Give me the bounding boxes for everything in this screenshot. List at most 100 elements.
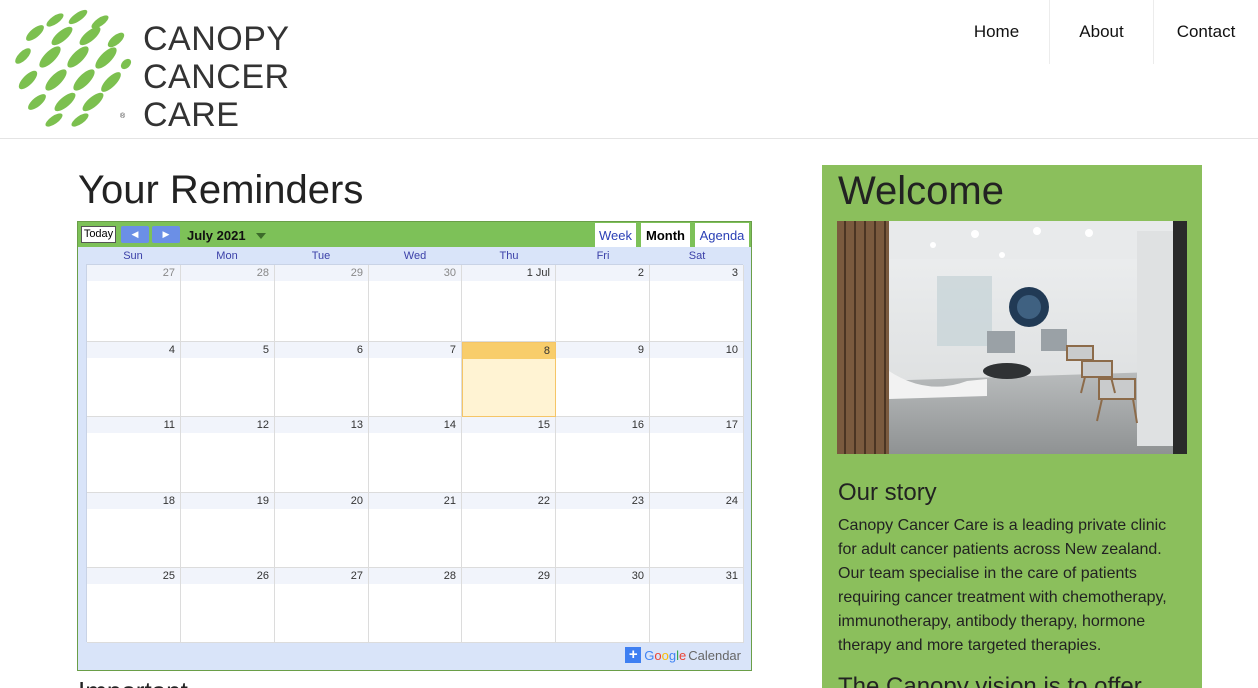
weekday-label: Fri (596, 250, 610, 262)
calendar-day-cell[interactable]: 28 (369, 568, 462, 643)
calendar-day-cell[interactable]: 2 (556, 265, 650, 342)
welcome-heading: Welcome (838, 169, 1004, 213)
tab-month[interactable]: Month (641, 223, 690, 247)
weekday-label: Tue (311, 250, 331, 262)
day-number: 4 (87, 342, 180, 358)
nav-contact-link[interactable]: Contact (1153, 0, 1258, 64)
day-number: 9 (556, 342, 649, 358)
calendar-day-cell[interactable]: 26 (181, 568, 275, 643)
calendar-day-cell[interactable]: 27 (87, 265, 181, 342)
important-heading: Important (78, 676, 188, 688)
calendar-day-cell[interactable]: 29 (275, 265, 369, 342)
month-grid: 27 28 29 30 1 Jul 2 3 4 5 6 7 8 9 10 11 12 13 14 15 16 17 18 1… (86, 264, 744, 643)
brand-line-2: CANCER (143, 58, 290, 96)
calendar-wordmark: Calendar (688, 647, 741, 663)
calendar-day-cell[interactable]: 17 (650, 417, 744, 493)
calendar-day-cell[interactable]: 24 (650, 493, 744, 568)
chevron-left-icon: ◀ (131, 229, 139, 239)
calendar-day-cell[interactable]: 28 (181, 265, 275, 342)
welcome-sidebar: Welcome Our story Canopy Cancer Care is … (822, 165, 1202, 688)
day-number: 25 (87, 568, 180, 584)
tab-week[interactable]: Week (595, 223, 636, 247)
next-month-button[interactable]: ▶ (152, 226, 180, 243)
day-number: 2 (556, 265, 649, 281)
prev-month-button[interactable]: ◀ (121, 226, 149, 243)
day-number: 10 (650, 342, 743, 358)
calendar-day-cell[interactable]: 9 (556, 342, 650, 417)
leaf-globe-icon: ® (12, 9, 132, 127)
brand-line-1: CANOPY (143, 20, 290, 58)
day-number: 6 (275, 342, 368, 358)
day-number: 26 (181, 568, 274, 584)
month-dropdown-icon[interactable] (256, 233, 266, 239)
google-letter: G (644, 647, 655, 663)
day-number: 20 (275, 493, 368, 509)
calendar-day-cell[interactable]: 20 (275, 493, 369, 568)
day-number: 23 (556, 493, 649, 509)
calendar-day-cell[interactable]: 25 (87, 568, 181, 643)
calendar-day-cell[interactable]: 18 (87, 493, 181, 568)
calendar-day-cell[interactable]: 1 Jul (462, 265, 556, 342)
day-number: 24 (650, 493, 743, 509)
our-story-text: Canopy Cancer Care is a leading private … (838, 517, 1167, 654)
calendar-day-cell[interactable]: 16 (556, 417, 650, 493)
day-number: 12 (181, 417, 274, 433)
day-number: 3 (650, 265, 743, 281)
day-number: 30 (556, 568, 649, 584)
day-number: 28 (369, 568, 461, 584)
day-number: 31 (650, 568, 743, 584)
calendar-day-cell[interactable]: 22 (462, 493, 556, 568)
day-number: 30 (369, 265, 461, 281)
day-number: 1 Jul (462, 265, 555, 281)
site-header: ® CANOPY CANCER CARE Home About Contact (0, 0, 1258, 139)
calendar-day-cell[interactable]: 21 (369, 493, 462, 568)
calendar-day-cell[interactable]: 30 (369, 265, 462, 342)
canopy-logo[interactable]: ® CANOPY CANCER CARE (10, 8, 310, 134)
calendar-day-cell[interactable]: 27 (275, 568, 369, 643)
calendar-day-cell[interactable]: 14 (369, 417, 462, 493)
calendar-day-cell[interactable]: 19 (181, 493, 275, 568)
day-number: 14 (369, 417, 461, 433)
calendar-day-cell[interactable]: 29 (462, 568, 556, 643)
google-letter: o (654, 647, 662, 663)
calendar-day-cell[interactable]: 13 (275, 417, 369, 493)
day-number: 15 (462, 417, 555, 433)
weekday-label: Mon (216, 250, 238, 262)
weekday-label: Sat (688, 250, 706, 262)
today-button[interactable]: Today (81, 226, 116, 243)
calendar-day-cell[interactable]: 15 (462, 417, 556, 493)
nav-about-link[interactable]: About (1049, 0, 1153, 64)
day-number: 13 (275, 417, 368, 433)
calendar-day-cell[interactable]: 10 (650, 342, 744, 417)
day-number: 11 (87, 417, 180, 433)
calendar-day-cell[interactable]: 5 (181, 342, 275, 417)
weekday-label: Sun (123, 250, 143, 262)
calendar-day-cell[interactable]: 31 (650, 568, 744, 643)
tab-agenda[interactable]: Agenda (695, 223, 749, 247)
day-number: 19 (181, 493, 274, 509)
calendar-day-cell[interactable]: 6 (275, 342, 369, 417)
calendar-day-cell[interactable]: 30 (556, 568, 650, 643)
google-calendar-link[interactable]: + Google Calendar (625, 646, 741, 664)
weekday-header: Sun Mon Tue Wed Thu Fri Sat (86, 250, 743, 264)
brand-name: CANOPY CANCER CARE (143, 20, 290, 134)
google-calendar-embed: Today ◀ ▶ July 2021 Week Month Agenda Su… (77, 221, 752, 671)
day-number: 29 (462, 568, 555, 584)
google-letter: e (679, 647, 687, 663)
day-number: 17 (650, 417, 743, 433)
calendar-day-cell[interactable]: 7 (369, 342, 462, 417)
calendar-day-cell[interactable]: 23 (556, 493, 650, 568)
nav-home-link[interactable]: Home (944, 0, 1049, 64)
day-number: 8 (463, 343, 555, 359)
day-number: 5 (181, 342, 274, 358)
calendar-day-cell[interactable]: 12 (181, 417, 275, 493)
weekday-label: Wed (403, 250, 427, 262)
calendar-day-cell[interactable]: 4 (87, 342, 181, 417)
calendar-day-cell-today[interactable]: 8 (462, 342, 556, 417)
current-month-label: July 2021 (187, 228, 246, 243)
calendar-day-cell[interactable]: 11 (87, 417, 181, 493)
calendar-day-cell[interactable]: 3 (650, 265, 744, 342)
google-wordmark: Google (644, 648, 686, 663)
vision-heading: The Canopy vision is to offer (838, 673, 1142, 688)
calendar-toolbar: Today ◀ ▶ July 2021 Week Month Agenda (78, 222, 751, 247)
